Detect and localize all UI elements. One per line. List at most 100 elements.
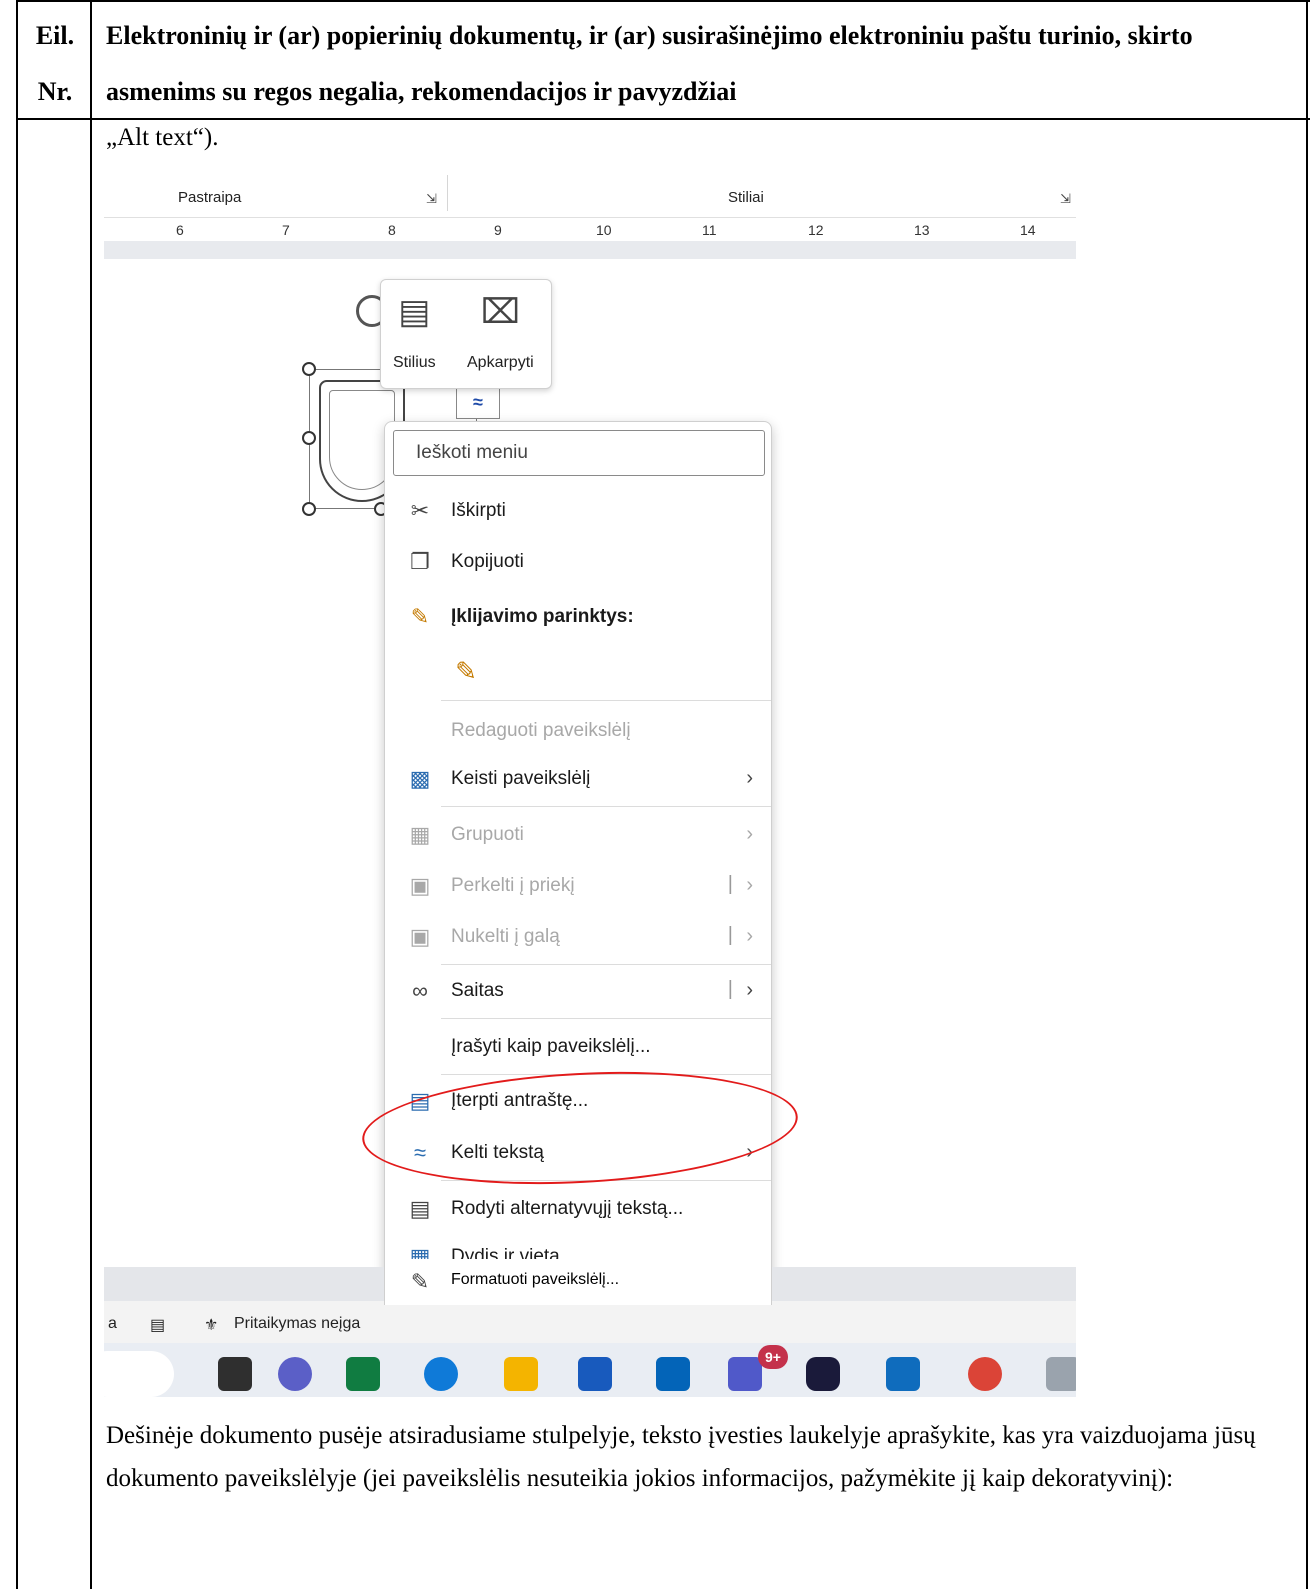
split-divider: | <box>727 924 733 946</box>
menu-item-change-picture[interactable]: ▩ Keisti paveikslėlį › <box>385 756 771 802</box>
crop-icon: ⌧ <box>480 293 520 331</box>
menu-item-label: Grupuoti <box>451 824 524 845</box>
wrap-text-icon: ≈ <box>413 1140 427 1165</box>
paste-keep-formatting-icon: ✎ <box>455 656 477 686</box>
header-title-text: Elektroninių ir (ar) popierinių dokument… <box>106 21 1193 106</box>
taskbar-search[interactable] <box>104 1351 174 1397</box>
menu-item-cut[interactable]: ✂ Iškirpti <box>385 488 771 534</box>
menu-item-edit-picture: Redaguoti paveikslėlį <box>385 708 771 754</box>
status-text: a <box>108 1315 117 1332</box>
teams-notification-badge: 9+ <box>758 1345 788 1369</box>
excel-icon[interactable] <box>346 1357 380 1391</box>
style-button-label: Stilius <box>393 354 436 371</box>
status-bar-row: a ▤ ⚜ Pritaikymas neįga <box>104 1301 1076 1343</box>
resize-handle[interactable] <box>302 502 316 516</box>
menu-item-bring-forward: ▣ Perkelti į priekį | › <box>385 863 771 909</box>
dialog-launcher-icon[interactable]: ⇲ <box>1060 191 1071 207</box>
menu-search-input[interactable]: Ieškoti meniu <box>393 430 765 476</box>
menu-item-wrap-text[interactable]: ≈ Kelti tekstą › <box>385 1130 771 1176</box>
focus-icon[interactable]: ▤ <box>150 1315 165 1335</box>
horizontal-ruler[interactable]: 6 7 8 9 10 11 12 13 14 <box>104 217 1076 241</box>
resize-handle[interactable] <box>302 362 316 376</box>
menu-item-group: ▦ Grupuoti › <box>385 812 771 858</box>
chrome-icon[interactable] <box>968 1357 1002 1391</box>
scissors-icon: ✂ <box>410 498 430 523</box>
menu-item-insert-caption[interactable]: ▤ Įterpti antraštę... <box>385 1078 771 1124</box>
chevron-right-icon: › <box>746 1141 753 1163</box>
menu-item-label: Iškirpti <box>451 500 506 521</box>
menu-item-label: Kopijuoti <box>451 551 524 572</box>
word-icon[interactable] <box>578 1357 612 1391</box>
chevron-right-icon: › <box>746 823 753 845</box>
bring-forward-icon: ▣ <box>409 873 431 898</box>
instruction-paragraph: Dešinėje dokumento pusėje atsiradusiame … <box>106 1422 1256 1492</box>
menu-item-label: Saitas <box>451 980 504 1001</box>
context-menu: Ieškoti meniu ✂ Iškirpti ❐ Kopijuoti ✎ Į… <box>384 421 772 1307</box>
menu-item-link[interactable]: ∞ Saitas | › <box>385 968 771 1014</box>
ruler-tick: 7 <box>282 222 290 238</box>
edge-icon[interactable] <box>424 1357 458 1391</box>
crop-button[interactable]: ⌧ Apkarpyti <box>467 290 534 372</box>
menu-item-paste-options: ✎ Įklijavimo parinktys: <box>385 594 771 640</box>
menu-separator <box>441 964 771 965</box>
ruler-tick: 6 <box>176 222 184 238</box>
ruler-tick: 8 <box>388 222 396 238</box>
ruler-tick: 10 <box>596 222 612 238</box>
ruler-tick: 9 <box>494 222 502 238</box>
outlook-icon[interactable] <box>656 1357 690 1391</box>
header-title: Elektroninių ir (ar) popierinių dokument… <box>106 8 1296 120</box>
menu-item-save-as-picture[interactable]: Įrašyti kaip paveikslėlį... <box>385 1024 771 1070</box>
menu-item-label: Formatuoti paveikslėlį... <box>451 1271 620 1288</box>
resize-handle[interactable] <box>302 431 316 445</box>
caption-icon: ▤ <box>409 1088 431 1113</box>
menu-item-label: Rodyti alternatyvųjį tekstą... <box>451 1198 684 1219</box>
menu-separator <box>441 1074 771 1075</box>
menu-item-send-backward: ▣ Nukelti į galą | › <box>385 914 771 960</box>
menu-item-label: Keisti paveikslėlį <box>451 768 591 789</box>
copy-icon: ❐ <box>410 549 430 574</box>
dialog-launcher-icon[interactable]: ⇲ <box>426 191 437 207</box>
chevron-right-icon: › <box>746 874 753 896</box>
ruler-tick: 14 <box>1020 222 1036 238</box>
crop-button-label: Apkarpyti <box>467 354 534 371</box>
menu-item-label: Kelti tekstą <box>451 1142 544 1163</box>
menu-separator <box>441 1180 771 1181</box>
menu-item-view-alt-text[interactable]: ▤ Rodyti alternatyvųjį tekstą... <box>385 1186 771 1232</box>
chevron-right-icon: › <box>746 767 753 789</box>
group-icon: ▦ <box>409 822 431 847</box>
menu-item-label: Nukelti į galą <box>451 926 560 947</box>
teams-icon[interactable] <box>728 1357 762 1391</box>
ribbon-group-labels: Pastraipa ⇲ Stiliai ⇲ <box>104 175 1076 215</box>
menu-separator <box>441 700 771 701</box>
menu-item-label: Redaguoti paveikslėlį <box>451 720 631 741</box>
table-column-divider <box>90 0 92 1589</box>
windows-taskbar: 9+ <box>104 1343 1076 1397</box>
menu-item-format-picture[interactable]: ✎ Formatuoti paveikslėlį... <box>384 1259 772 1305</box>
ruler-tick: 12 <box>808 222 824 238</box>
ruler-shadow <box>104 241 1076 259</box>
file-explorer-icon[interactable] <box>504 1357 538 1391</box>
menu-item-copy[interactable]: ❐ Kopijuoti <box>385 539 771 585</box>
change-picture-icon: ▩ <box>409 766 431 791</box>
accessibility-icon[interactable]: ⚜ <box>204 1315 218 1335</box>
menu-item-label: Perkelti į priekį <box>451 875 575 896</box>
menu-separator <box>441 1018 771 1019</box>
paste-option-button[interactable]: ✎ <box>385 648 771 694</box>
zoom-icon[interactable] <box>278 1357 312 1391</box>
ribbon-group-styles[interactable]: Stiliai <box>728 189 764 206</box>
taskview-icon[interactable] <box>218 1357 252 1391</box>
app-icon[interactable] <box>886 1357 920 1391</box>
menu-separator <box>441 806 771 807</box>
calculator-icon[interactable] <box>1046 1357 1076 1391</box>
accessibility-status[interactable]: Pritaikymas neįga <box>234 1315 360 1333</box>
layout-options-icon[interactable]: ≈ <box>456 387 500 419</box>
picture-style-icon: ▤ <box>398 293 431 331</box>
mini-toolbar: ▤ Stilius ⌧ Apkarpyti <box>380 279 552 389</box>
style-button[interactable]: ▤ Stilius <box>393 290 436 372</box>
split-divider: | <box>727 978 733 1000</box>
ruler-tick: 13 <box>914 222 930 238</box>
webex-icon[interactable] <box>806 1357 840 1391</box>
link-icon: ∞ <box>412 978 428 1003</box>
ruler-tick: 11 <box>702 222 717 238</box>
ribbon-group-paragraph[interactable]: Pastraipa <box>178 189 241 206</box>
